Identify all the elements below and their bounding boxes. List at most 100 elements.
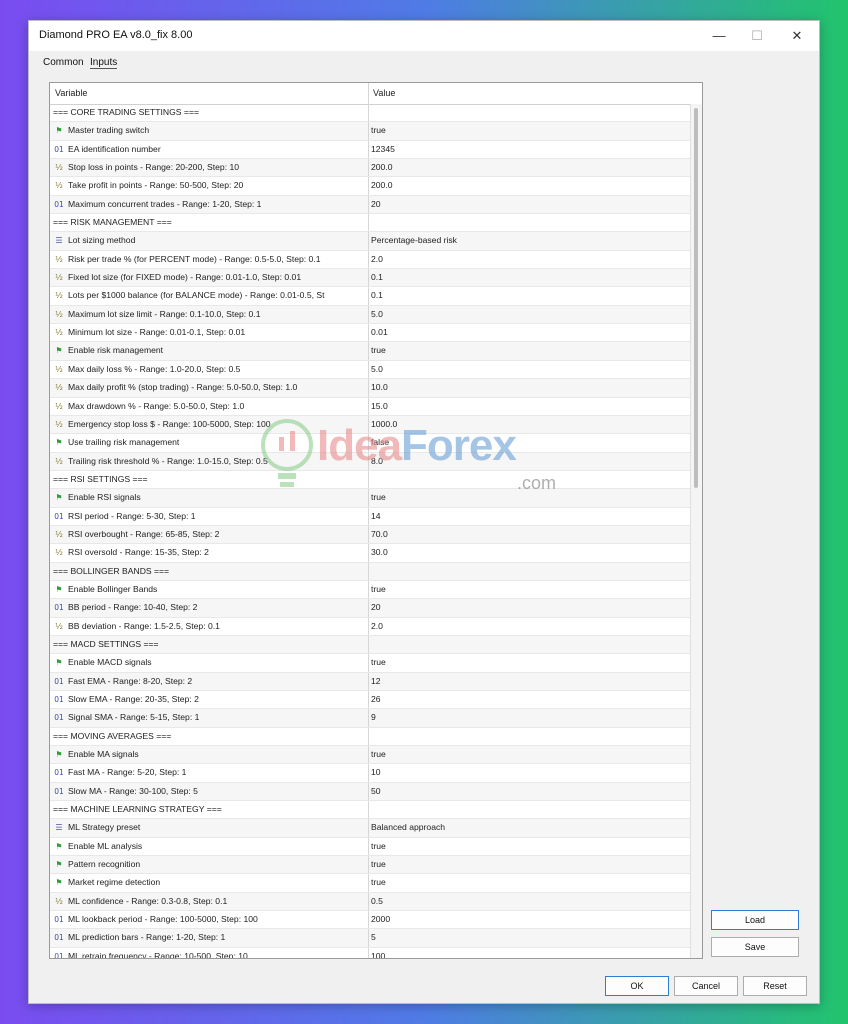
table-row[interactable]: 01 EA identification number 12345 bbox=[50, 140, 690, 160]
value-cell[interactable]: 20 bbox=[371, 602, 681, 612]
value-cell[interactable]: true bbox=[371, 877, 681, 887]
ok-button[interactable]: OK bbox=[605, 976, 669, 996]
table-row[interactable]: 01 Maximum concurrent trades - Range: 1-2… bbox=[50, 195, 690, 215]
value-cell[interactable]: 0.5 bbox=[371, 896, 681, 906]
section-header-row[interactable]: === RISK MANAGEMENT === bbox=[50, 214, 690, 233]
tab-inputs[interactable]: Inputs bbox=[90, 57, 118, 69]
value-cell[interactable]: 2000 bbox=[371, 914, 681, 924]
value-cell[interactable]: Percentage-based risk bbox=[371, 235, 681, 245]
table-row[interactable]: 01 RSI period - Range: 5-30, Step: 1 14 bbox=[50, 507, 690, 526]
table-row[interactable]: ½ Max drawdown % - Range: 5.0-50.0, Step:… bbox=[50, 397, 690, 416]
value-cell[interactable]: true bbox=[371, 841, 681, 851]
table-row[interactable]: ⚑ Enable ML analysis true bbox=[50, 837, 690, 857]
value-cell[interactable]: 9 bbox=[371, 712, 681, 722]
save-button[interactable]: Save bbox=[711, 937, 799, 957]
section-header-row[interactable]: === CORE TRADING SETTINGS === bbox=[50, 104, 690, 123]
value-cell[interactable]: 0.1 bbox=[371, 290, 681, 300]
table-row[interactable]: ⚑ Pattern recognition true bbox=[50, 856, 690, 875]
value-cell[interactable]: 20 bbox=[371, 199, 681, 209]
value-cell[interactable]: false bbox=[371, 437, 681, 447]
table-row[interactable]: ⚑ Enable MA signals true bbox=[50, 746, 690, 765]
scrollbar-thumb[interactable] bbox=[694, 108, 698, 488]
table-row[interactable]: ½ ML confidence - Range: 0.3-0.8, Step: 0… bbox=[50, 892, 690, 912]
table-row[interactable]: 01 ML prediction bars - Range: 1-20, Step… bbox=[50, 929, 690, 948]
table-row[interactable]: ½ Max daily loss % - Range: 1.0-20.0, Ste… bbox=[50, 360, 690, 380]
value-cell[interactable]: 0.01 bbox=[371, 327, 681, 337]
table-row[interactable]: ⚑ Enable Bollinger Bands true bbox=[50, 580, 690, 600]
value-cell[interactable]: Balanced approach bbox=[371, 822, 681, 832]
table-row[interactable]: ½ Trailing risk threshold % - Range: 1.0-… bbox=[50, 452, 690, 471]
value-cell[interactable]: 14 bbox=[371, 511, 681, 521]
minimize-icon[interactable]: — bbox=[707, 25, 731, 47]
value-cell[interactable]: 200.0 bbox=[371, 180, 681, 190]
value-cell[interactable]: 100 bbox=[371, 951, 681, 958]
table-row[interactable]: ½ Risk per trade % (for PERCENT mode) - R… bbox=[50, 250, 690, 270]
table-row[interactable]: ½ Take profit in points - Range: 50-500, … bbox=[50, 177, 690, 196]
table-row[interactable]: 01 ML lookback period - Range: 100-5000, … bbox=[50, 911, 690, 930]
value-cell[interactable]: 10 bbox=[371, 767, 681, 777]
table-row[interactable]: 01 BB period - Range: 10-40, Step: 2 20 bbox=[50, 599, 690, 618]
cancel-button[interactable]: Cancel bbox=[674, 976, 738, 996]
table-row[interactable]: ½ Lots per $1000 balance (for BALANCE mod… bbox=[50, 287, 690, 306]
section-header-row[interactable]: === MACD SETTINGS === bbox=[50, 635, 690, 655]
table-row[interactable]: 01 Slow EMA - Range: 20-35, Step: 2 26 bbox=[50, 691, 690, 710]
table-row[interactable]: ½ Fixed lot size (for FIXED mode) - Range… bbox=[50, 269, 690, 288]
table-row[interactable]: 01 Fast EMA - Range: 8-20, Step: 2 12 bbox=[50, 672, 690, 691]
table-row[interactable]: 01 Signal SMA - Range: 5-15, Step: 1 9 bbox=[50, 709, 690, 728]
value-cell[interactable]: true bbox=[371, 492, 681, 502]
value-cell[interactable]: 30.0 bbox=[371, 547, 681, 557]
vertical-scrollbar[interactable] bbox=[690, 104, 702, 958]
value-cell[interactable]: 2.0 bbox=[371, 621, 681, 631]
header-value[interactable]: Value bbox=[373, 88, 395, 98]
value-cell[interactable]: 15.0 bbox=[371, 401, 681, 411]
table-row[interactable]: ⚑ Enable risk management true bbox=[50, 342, 690, 361]
value-cell[interactable]: true bbox=[371, 749, 681, 759]
value-cell[interactable]: 5.0 bbox=[371, 364, 681, 374]
table-row[interactable]: ☰ Lot sizing method Percentage-based risk bbox=[50, 232, 690, 251]
reset-button[interactable]: Reset bbox=[743, 976, 807, 996]
table-row[interactable]: 01 Fast MA - Range: 5-20, Step: 1 10 bbox=[50, 764, 690, 783]
table-row[interactable]: ⚑ Enable RSI signals true bbox=[50, 489, 690, 508]
table-row[interactable]: ½ Max daily profit % (stop trading) - Ran… bbox=[50, 379, 690, 398]
table-row[interactable]: ½ RSI oversold - Range: 15-35, Step: 2 30.… bbox=[50, 544, 690, 563]
value-cell[interactable]: true bbox=[371, 345, 681, 355]
close-icon[interactable]: ✕ bbox=[785, 25, 809, 47]
value-cell[interactable]: 50 bbox=[371, 786, 681, 796]
value-cell[interactable]: 5 bbox=[371, 932, 681, 942]
value-cell[interactable]: 0.1 bbox=[371, 272, 681, 282]
section-header-row[interactable]: === BOLLINGER BANDS === bbox=[50, 562, 690, 581]
table-row[interactable]: ½ RSI overbought - Range: 65-85, Step: 2 7… bbox=[50, 525, 690, 545]
table-row[interactable]: ⚑ Enable MACD signals true bbox=[50, 654, 690, 673]
value-cell[interactable]: 200.0 bbox=[371, 162, 681, 172]
section-header-row[interactable]: === MOVING AVERAGES === bbox=[50, 727, 690, 747]
value-cell[interactable]: 5.0 bbox=[371, 309, 681, 319]
table-row[interactable]: ☰ ML Strategy preset Balanced approach bbox=[50, 819, 690, 838]
value-cell[interactable]: true bbox=[371, 584, 681, 594]
table-row[interactable]: ⚑ Use trailing risk management false bbox=[50, 434, 690, 453]
value-cell[interactable]: true bbox=[371, 125, 681, 135]
tab-common[interactable]: Common bbox=[43, 57, 84, 68]
value-cell[interactable]: 2.0 bbox=[371, 254, 681, 264]
value-cell[interactable]: 70.0 bbox=[371, 529, 681, 539]
value-cell[interactable]: 8.0 bbox=[371, 456, 681, 466]
value-cell[interactable]: 12345 bbox=[371, 144, 681, 154]
table-row[interactable]: ½ Emergency stop loss $ - Range: 100-5000… bbox=[50, 415, 690, 435]
table-row[interactable]: ½ Maximum lot size limit - Range: 0.1-10.… bbox=[50, 305, 690, 325]
load-button[interactable]: Load bbox=[711, 910, 799, 930]
table-row[interactable]: ½ Minimum lot size - Range: 0.01-0.1, Ste… bbox=[50, 324, 690, 343]
header-variable[interactable]: Variable bbox=[55, 88, 87, 98]
table-row[interactable]: ½ BB deviation - Range: 1.5-2.5, Step: 0.… bbox=[50, 617, 690, 636]
value-cell[interactable]: 10.0 bbox=[371, 382, 681, 392]
value-cell[interactable]: true bbox=[371, 859, 681, 869]
section-header-row[interactable]: === MACHINE LEARNING STRATEGY === bbox=[50, 801, 690, 820]
table-row[interactable]: ½ Stop loss in points - Range: 20-200, St… bbox=[50, 159, 690, 178]
table-row[interactable]: 01 ML retrain frequency - Range: 10-500, … bbox=[50, 947, 690, 958]
section-header-row[interactable]: === RSI SETTINGS === bbox=[50, 470, 690, 490]
table-row[interactable]: 01 Slow MA - Range: 30-100, Step: 5 50 bbox=[50, 782, 690, 802]
table-row[interactable]: ⚑ Master trading switch true bbox=[50, 122, 690, 141]
table-row[interactable]: ⚑ Market regime detection true bbox=[50, 874, 690, 893]
value-cell[interactable]: 12 bbox=[371, 676, 681, 686]
maximize-icon[interactable]: ☐ bbox=[745, 25, 769, 47]
value-cell[interactable]: 26 bbox=[371, 694, 681, 704]
value-cell[interactable]: 1000.0 bbox=[371, 419, 681, 429]
